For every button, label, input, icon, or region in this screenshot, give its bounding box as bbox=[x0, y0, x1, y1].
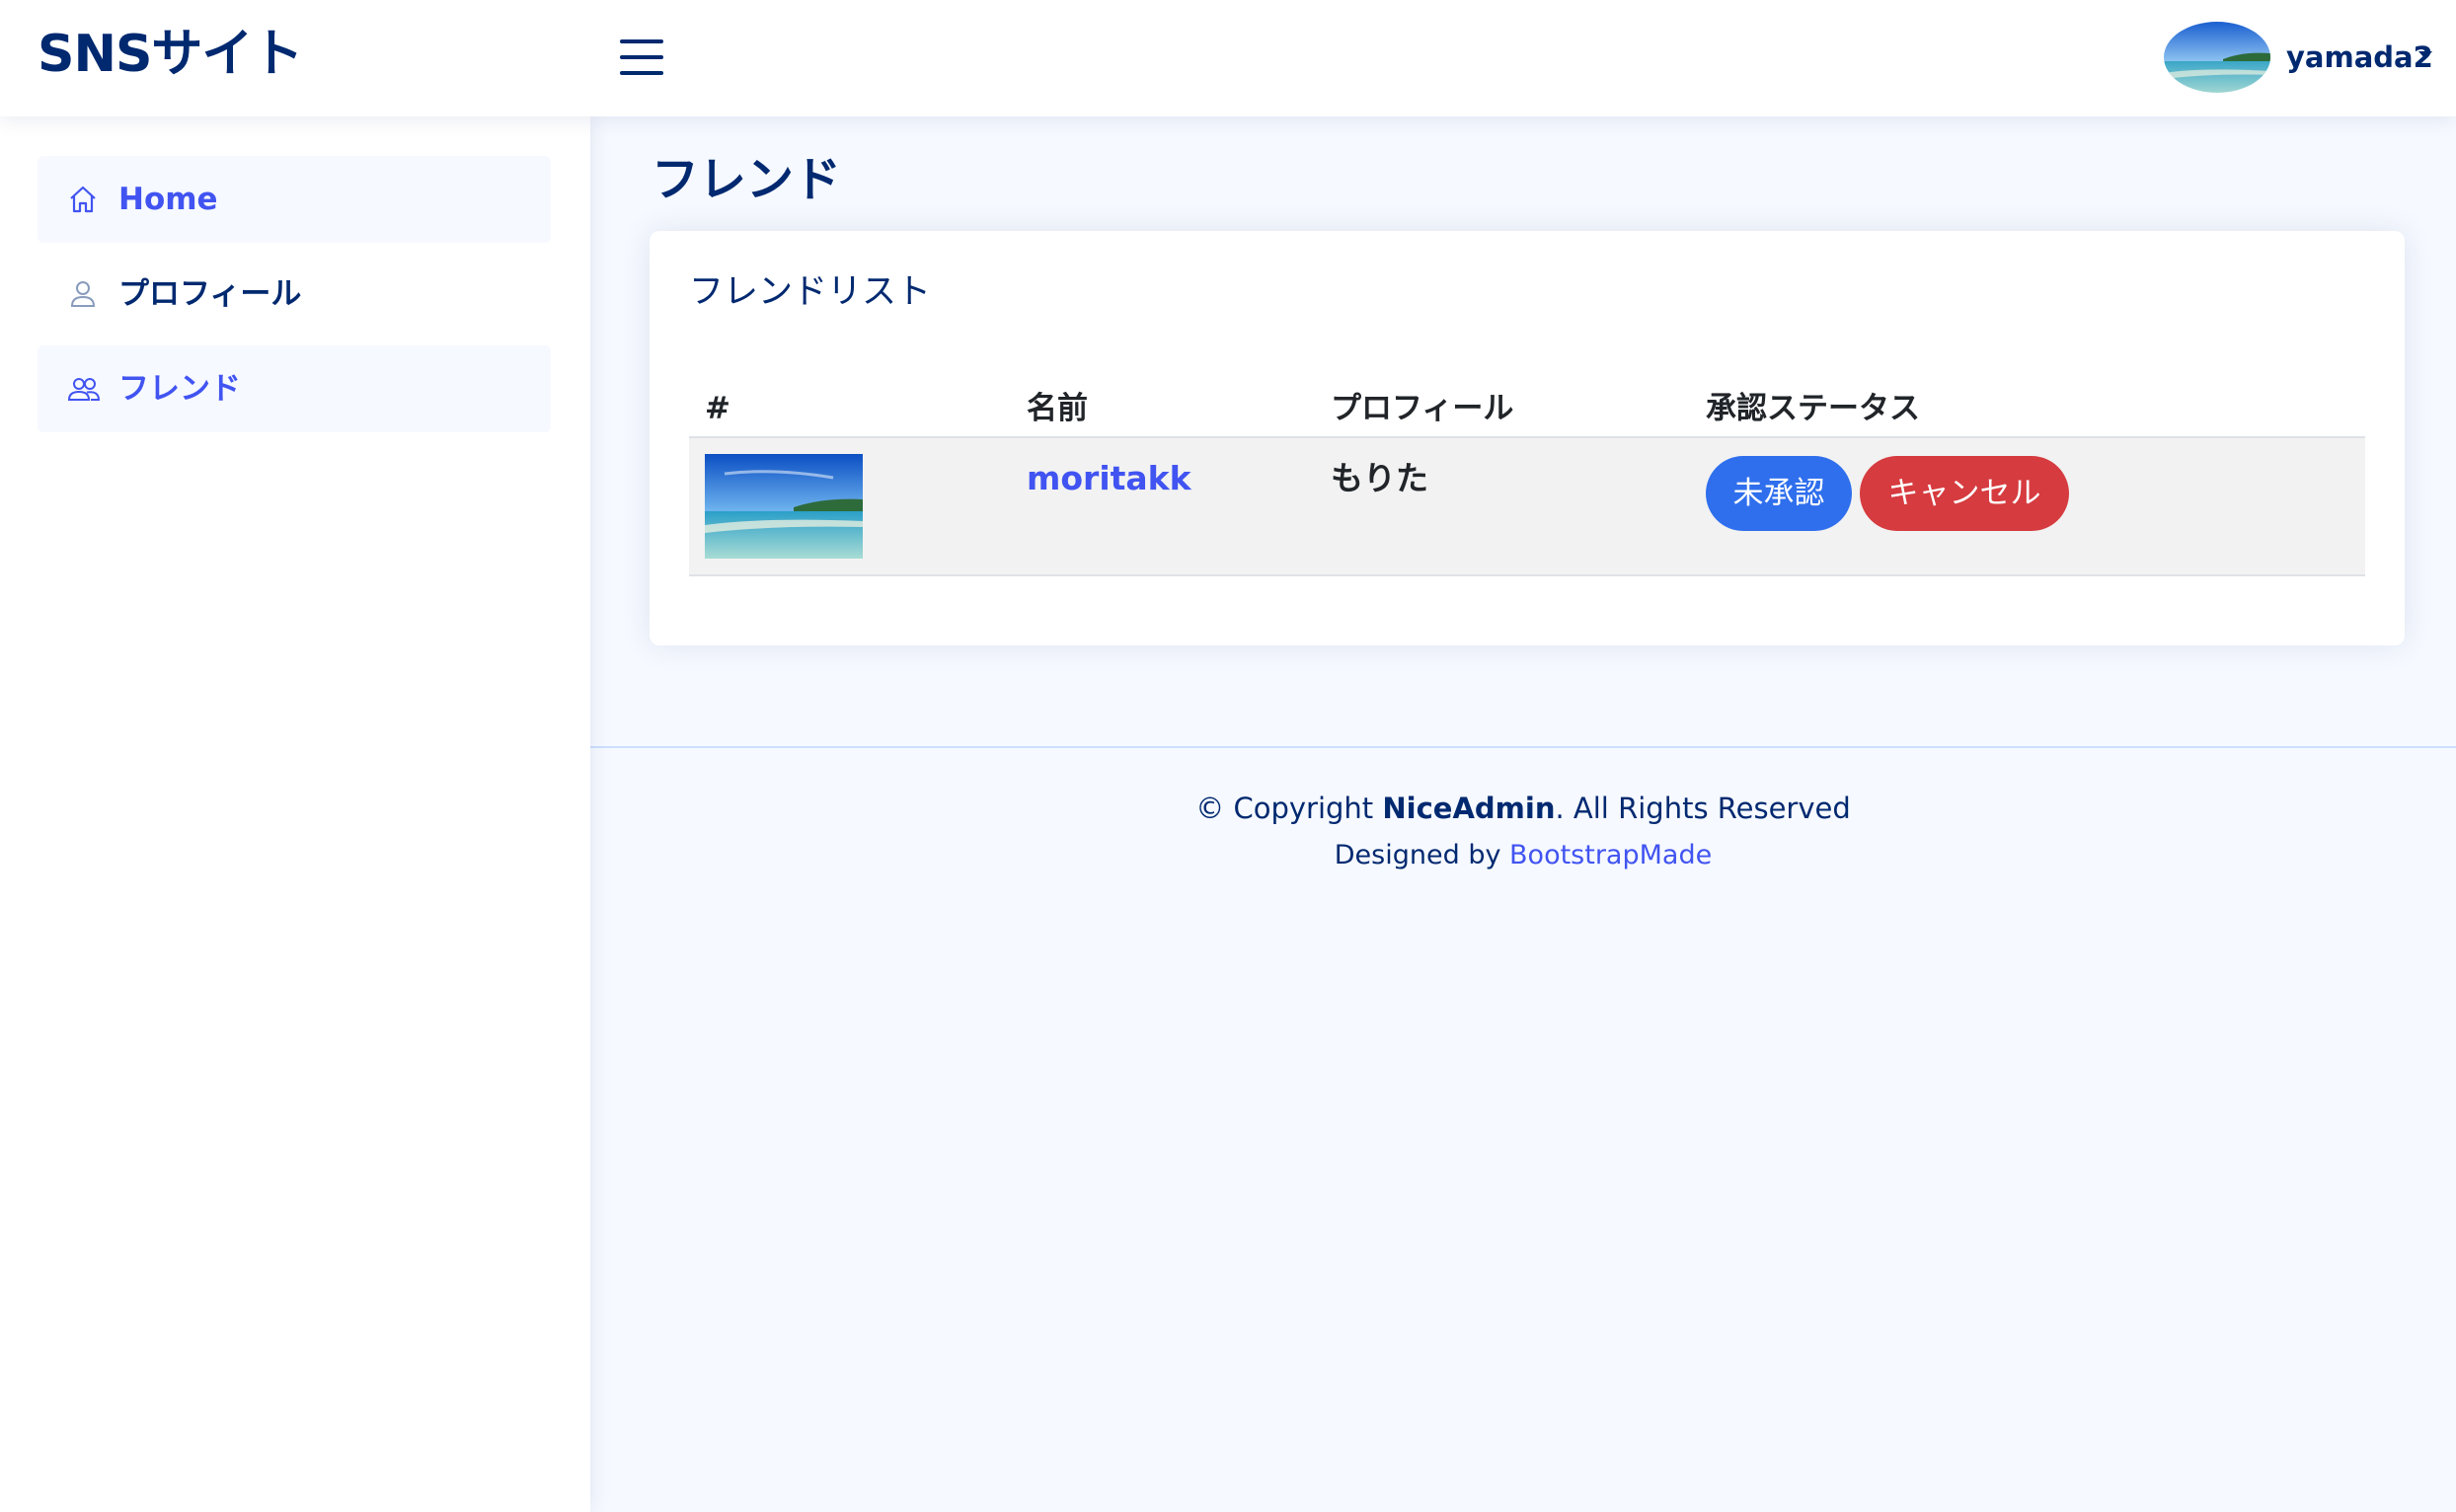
sidebar-item-home[interactable]: Home bbox=[38, 156, 551, 243]
footer-credits: Designed by BootstrapMade bbox=[590, 834, 2456, 877]
table-row: moritakk もりた 未承認 キャンセル bbox=[689, 438, 2365, 576]
site-logo[interactable]: SNSサイト bbox=[38, 20, 303, 89]
menu-toggle-icon[interactable] bbox=[620, 38, 663, 77]
column-header-profile: プロフィール bbox=[1331, 391, 1514, 426]
column-header-number: # bbox=[705, 391, 730, 426]
friend-thumbnail bbox=[705, 454, 863, 559]
footer-brand: NiceAdmin bbox=[1382, 792, 1556, 825]
designed-by-label: Designed by bbox=[1334, 840, 1501, 870]
top-header: SNSサイト yamada2 bbox=[0, 0, 2456, 116]
person-icon bbox=[67, 278, 99, 310]
friend-name-link[interactable]: moritakk bbox=[1027, 454, 1191, 503]
page-title: フレンド bbox=[652, 152, 842, 207]
sidebar: Home プロフィール フレンド bbox=[0, 116, 590, 1512]
footer-divider bbox=[590, 746, 2456, 748]
column-header-status: 承認ステータス bbox=[1706, 391, 1920, 426]
copyright-prefix: © Copyright bbox=[1195, 792, 1374, 825]
house-icon bbox=[67, 184, 99, 215]
user-avatar[interactable] bbox=[2164, 22, 2270, 93]
bootstrapmade-link[interactable]: BootstrapMade bbox=[1509, 840, 1712, 870]
sidebar-item-label: Home bbox=[118, 182, 218, 217]
friend-profile: もりた bbox=[1331, 459, 1428, 497]
dropdown-caret-icon[interactable] bbox=[2418, 51, 2432, 59]
sidebar-item-label: プロフィール bbox=[118, 276, 302, 312]
user-name[interactable]: yamada2 bbox=[2286, 36, 2433, 79]
sidebar-item-profile[interactable]: プロフィール bbox=[38, 251, 551, 338]
sidebar-item-label: フレンド bbox=[118, 371, 241, 407]
sidebar-item-friends[interactable]: フレンド bbox=[38, 345, 551, 432]
column-header-name: 名前 bbox=[1027, 391, 1088, 426]
cancel-button[interactable]: キャンセル bbox=[1860, 456, 2069, 531]
card-title: フレンドリスト bbox=[689, 272, 932, 312]
pending-status-button[interactable]: 未承認 bbox=[1706, 456, 1852, 531]
people-icon bbox=[67, 373, 101, 405]
footer-copyright: © Copyright NiceAdmin. All Rights Reserv… bbox=[590, 786, 2456, 831]
copyright-suffix: . All Rights Reserved bbox=[1555, 792, 1851, 825]
